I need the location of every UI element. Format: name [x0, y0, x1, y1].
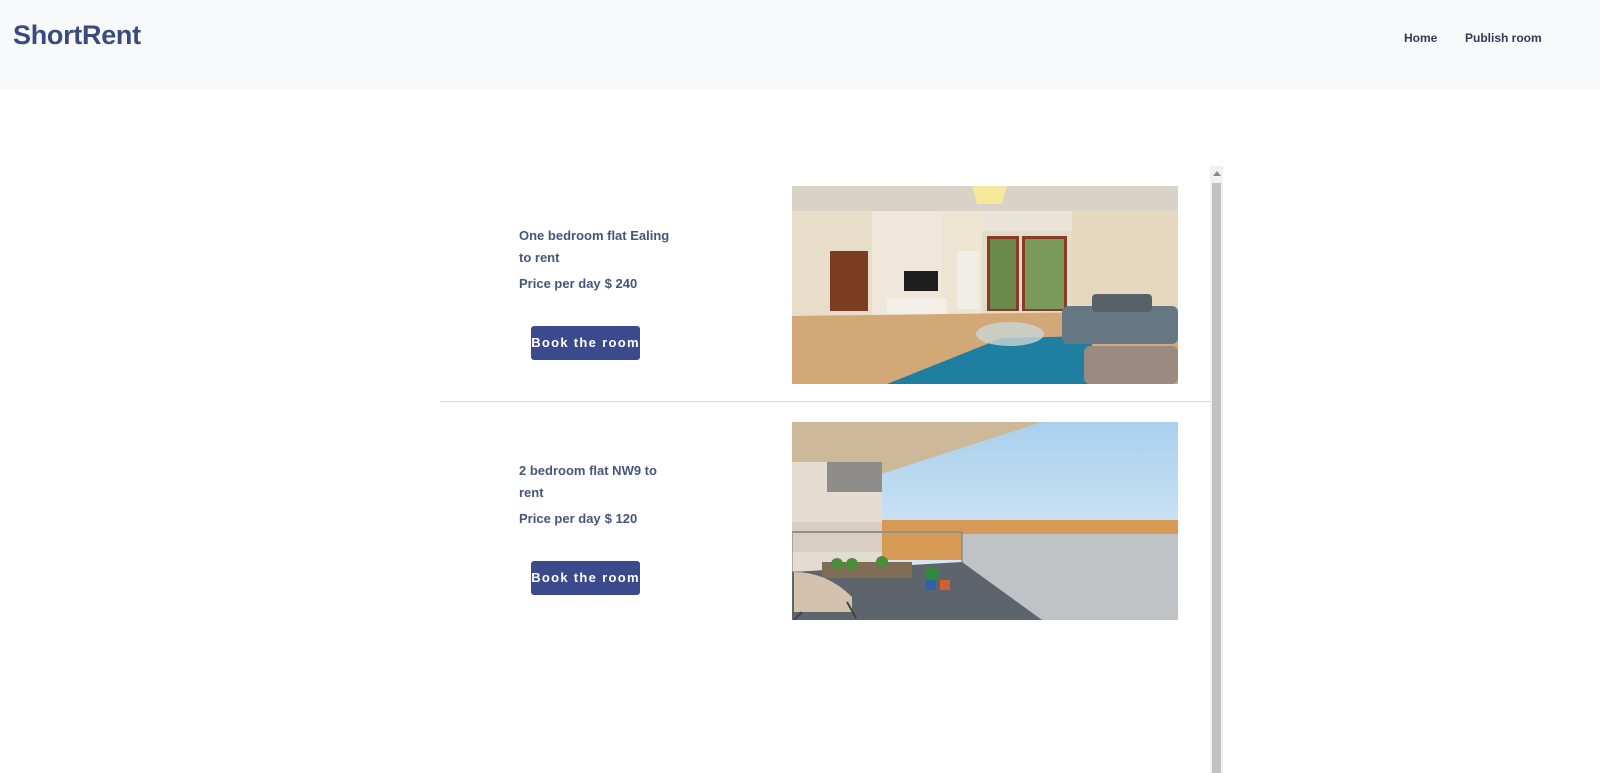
- book-room-button[interactable]: Book the room: [531, 561, 640, 595]
- nav-home-link[interactable]: Home: [1404, 31, 1437, 45]
- scroll-up-arrow-icon[interactable]: [1210, 166, 1223, 181]
- living-room-photo: [792, 186, 1178, 384]
- room-card: One bedroom flat Ealing to rent Price pe…: [440, 166, 1210, 402]
- room-price: Price per day $ 120: [519, 511, 637, 526]
- top-navbar: ShortRent Home Publish room: [0, 0, 1600, 89]
- room-list: One bedroom flat Ealing to rent Price pe…: [440, 166, 1222, 773]
- nav-publish-room-link[interactable]: Publish room: [1465, 31, 1542, 45]
- room-card: 2 bedroom flat NW9 to rent Price per day…: [440, 402, 1210, 638]
- room-title: One bedroom flat Ealing to rent: [519, 228, 670, 265]
- room-price: Price per day $ 240: [519, 276, 637, 291]
- scroll-thumb[interactable]: [1212, 183, 1221, 773]
- price-label: Price per day: [519, 511, 601, 526]
- scrollbar[interactable]: [1210, 166, 1223, 773]
- room-title: 2 bedroom flat NW9 to rent: [519, 463, 657, 500]
- price-value: $ 240: [604, 276, 638, 291]
- price-value: $ 120: [604, 511, 638, 526]
- balcony-view-photo: [792, 422, 1178, 620]
- book-room-button[interactable]: Book the room: [531, 326, 640, 360]
- brand-logo[interactable]: ShortRent: [13, 20, 141, 51]
- price-label: Price per day: [519, 276, 601, 291]
